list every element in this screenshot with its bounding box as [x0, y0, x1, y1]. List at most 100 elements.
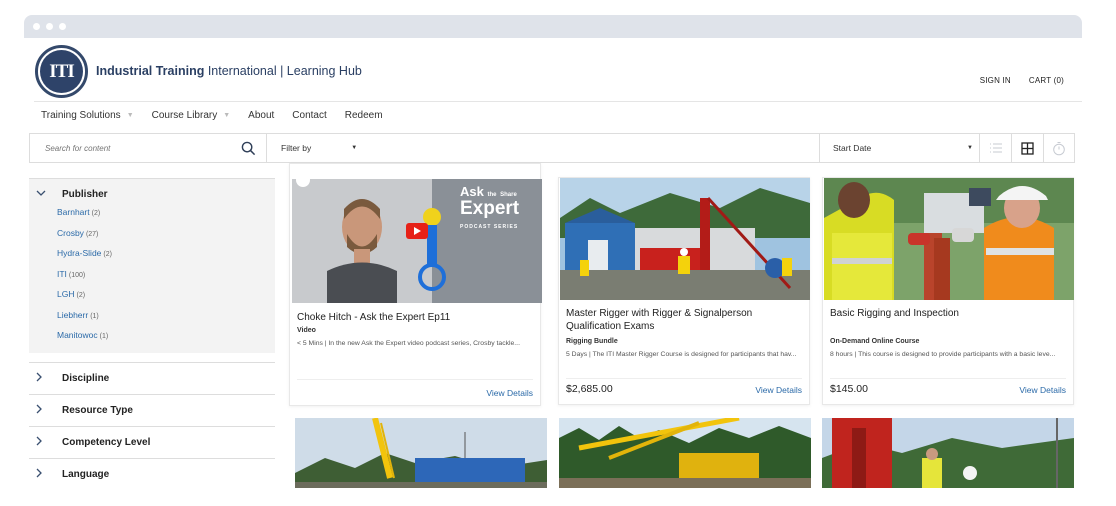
thumbnail-text: PODCAST SERIES: [460, 224, 519, 230]
chevron-right-icon: [36, 436, 48, 449]
competency-level-facet[interactable]: Competency Level: [29, 426, 275, 458]
card-price: $2,685.00: [566, 383, 613, 395]
nav-label: Training Solutions: [41, 110, 121, 121]
publisher-option[interactable]: Barnhart (2): [57, 207, 275, 228]
card-title[interactable]: Choke Hitch - Ask the Expert Ep11: [297, 311, 535, 324]
publisher-option[interactable]: Crosby (27): [57, 228, 275, 249]
publisher-count: (2): [91, 210, 101, 217]
facet-label: Competency Level: [62, 437, 151, 448]
discipline-facet[interactable]: Discipline: [29, 362, 275, 394]
publisher-facet-header[interactable]: Publisher: [29, 185, 275, 203]
facet-label: Discipline: [62, 373, 110, 384]
sort-dropdown[interactable]: Start Date ▼: [820, 134, 980, 162]
nav-label: Redeem: [344, 110, 383, 121]
nav-label: Contact: [292, 110, 327, 121]
publisher-name: Liebherr: [57, 309, 89, 320]
window-chrome: [24, 15, 1082, 38]
course-image[interactable]: [295, 418, 547, 488]
publisher-name: Barnhart: [57, 207, 90, 217]
window-dot-icon: [33, 23, 40, 30]
filter-label: Filter by: [281, 143, 312, 153]
publisher-option[interactable]: LGH (2): [57, 289, 275, 310]
nav-contact[interactable]: Contact: [292, 110, 326, 121]
brand-name-bold: Industrial Training: [96, 64, 205, 78]
card-description: < 5 Mins | In the new Ask the Expert vid…: [297, 340, 520, 347]
cart-link[interactable]: CART (0): [1029, 76, 1064, 85]
publisher-count: (2): [76, 292, 86, 299]
facet-label: Resource Type: [62, 405, 133, 416]
course-card[interactable]: Master Rigger with Rigger & Signalperson…: [558, 177, 810, 405]
grid-view-button[interactable]: [1012, 134, 1044, 162]
timer-view-button[interactable]: [1044, 134, 1074, 162]
publisher-name: ITI: [57, 268, 67, 279]
card-footer-divider: [566, 378, 802, 379]
course-card[interactable]: [559, 418, 811, 488]
window-dot-icon: [59, 23, 66, 30]
card-footer-divider: [830, 378, 1066, 379]
nav-about[interactable]: About: [248, 110, 274, 121]
course-card[interactable]: [822, 418, 1074, 488]
chevron-right-icon: [36, 372, 48, 385]
nav-label: About: [248, 110, 275, 121]
card-title[interactable]: Basic Rigging and Inspection: [830, 307, 1068, 320]
brand-name-rest: International | Learning Hub: [204, 64, 362, 78]
catalog-toolbar: Filter by ▼ Start Date ▼: [29, 133, 1075, 163]
thumbnail-text: Expert: [460, 198, 520, 219]
account-links: SIGN IN CART (0): [980, 76, 1064, 85]
publisher-option[interactable]: Hydra-Slide (2): [57, 248, 275, 269]
window-dot-icon: [46, 23, 53, 30]
course-card[interactable]: Ask the Share Expert PODCAST SERIES Chok…: [289, 163, 542, 406]
list-view-button[interactable]: [980, 134, 1012, 162]
logo-text: ITI: [40, 50, 83, 93]
publisher-count: (27): [85, 230, 99, 238]
card-description: 8 hours | This course is designed to pro…: [830, 351, 1056, 358]
publisher-option[interactable]: Manitowoc (1): [57, 330, 275, 351]
grid-view-icon: [1021, 141, 1034, 155]
brand-name[interactable]: Industrial Training International | Lear…: [96, 64, 362, 78]
nav-training-solutions[interactable]: Training Solutions ▼: [41, 110, 134, 121]
publisher-count: (100): [68, 271, 86, 279]
course-image[interactable]: [824, 178, 1074, 300]
thumbnail-text: Ask: [460, 184, 484, 199]
course-card[interactable]: [295, 418, 547, 488]
course-image[interactable]: [822, 418, 1074, 488]
search-input[interactable]: [45, 143, 225, 153]
nav-redeem[interactable]: Redeem: [345, 110, 383, 121]
chevron-down-icon: [36, 189, 48, 200]
course-image[interactable]: [560, 178, 810, 300]
card-type: Video: [297, 327, 316, 334]
publisher-name: LGH: [57, 289, 75, 299]
resource-type-facet[interactable]: Resource Type: [29, 394, 275, 426]
card-title[interactable]: Master Rigger with Rigger & Signalperson…: [566, 307, 804, 333]
publisher-option[interactable]: ITI (100): [57, 269, 275, 290]
view-details-link[interactable]: View Details: [755, 385, 802, 395]
view-details-link[interactable]: View Details: [1019, 385, 1066, 395]
list-view-icon: [989, 143, 1002, 153]
chevron-right-icon: [36, 468, 48, 481]
publisher-count: (1): [90, 312, 99, 320]
nav-label: Course Library: [151, 110, 218, 121]
filter-dropdown[interactable]: Filter by ▼: [267, 134, 820, 162]
chevron-right-icon: [36, 404, 48, 417]
publisher-name: Hydra-Slide: [57, 248, 102, 258]
facet-label: Language: [62, 469, 110, 480]
card-footer-divider: [297, 379, 533, 380]
sort-label: Start Date: [833, 143, 872, 153]
language-facet[interactable]: Language: [29, 458, 275, 490]
video-thumbnail[interactable]: Ask the Share Expert PODCAST SERIES: [292, 179, 542, 303]
header-divider: [34, 101, 1082, 102]
stopwatch-icon: [1053, 141, 1065, 155]
course-image[interactable]: [559, 418, 811, 488]
course-card[interactable]: Basic Rigging and Inspection On-Demand O…: [822, 177, 1074, 405]
facet-sidebar: Publisher Barnhart (2) Crosby (27) Hydra-S…: [29, 178, 275, 490]
iti-logo[interactable]: ITI: [35, 45, 88, 98]
card-type: On-Demand Online Course: [830, 338, 920, 345]
search-icon[interactable]: [241, 141, 256, 156]
publisher-heading: Publisher: [62, 188, 108, 200]
view-details-link[interactable]: View Details: [486, 388, 533, 398]
sign-in-link[interactable]: SIGN IN: [980, 76, 1011, 85]
publisher-option[interactable]: Liebherr (1): [57, 310, 275, 331]
chevron-down-icon: ▼: [126, 112, 134, 119]
card-description: 5 Days | The ITI Master Rigger Course is…: [566, 351, 797, 358]
nav-course-library[interactable]: Course Library ▼: [152, 110, 231, 121]
